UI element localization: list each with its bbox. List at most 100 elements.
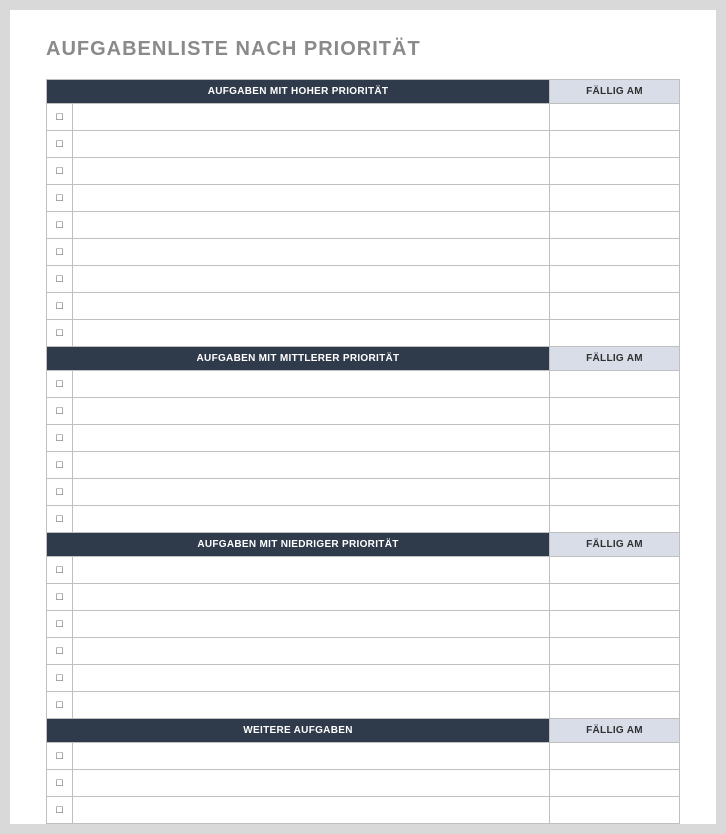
- due-cell[interactable]: [550, 320, 680, 347]
- task-cell[interactable]: [73, 557, 550, 584]
- table-row: ☐: [47, 797, 680, 824]
- due-cell[interactable]: [550, 506, 680, 533]
- checkbox-icon[interactable]: ☐: [47, 584, 73, 611]
- checkbox-icon[interactable]: ☐: [47, 797, 73, 824]
- task-cell[interactable]: [73, 611, 550, 638]
- checkbox-icon[interactable]: ☐: [47, 452, 73, 479]
- section-header-due: FÄLLIG AM: [550, 80, 680, 104]
- checkbox-icon[interactable]: ☐: [47, 266, 73, 293]
- table-row: ☐: [47, 557, 680, 584]
- task-cell[interactable]: [73, 212, 550, 239]
- task-cell[interactable]: [73, 638, 550, 665]
- due-cell[interactable]: [550, 611, 680, 638]
- section-header-tasks: AUFGABEN MIT HOHER PRIORITÄT: [47, 80, 550, 104]
- due-cell[interactable]: [550, 452, 680, 479]
- section-header-tasks: WEITERE AUFGABEN: [47, 719, 550, 743]
- due-cell[interactable]: [550, 239, 680, 266]
- table-row: ☐: [47, 104, 680, 131]
- task-cell[interactable]: [73, 293, 550, 320]
- task-cell[interactable]: [73, 665, 550, 692]
- checkbox-icon[interactable]: ☐: [47, 611, 73, 638]
- checkbox-icon[interactable]: ☐: [47, 557, 73, 584]
- section-header-due: FÄLLIG AM: [550, 347, 680, 371]
- task-cell[interactable]: [73, 158, 550, 185]
- table-row: ☐: [47, 371, 680, 398]
- table-row: ☐: [47, 452, 680, 479]
- task-cell[interactable]: [73, 131, 550, 158]
- checkbox-icon[interactable]: ☐: [47, 158, 73, 185]
- document-page: AUFGABENLISTE NACH PRIORITÄT AUFGABEN MI…: [10, 10, 716, 824]
- due-cell[interactable]: [550, 398, 680, 425]
- due-cell[interactable]: [550, 584, 680, 611]
- due-cell[interactable]: [550, 104, 680, 131]
- checkbox-icon[interactable]: ☐: [47, 398, 73, 425]
- checkbox-icon[interactable]: ☐: [47, 479, 73, 506]
- due-cell[interactable]: [550, 425, 680, 452]
- table-row: ☐: [47, 665, 680, 692]
- task-cell[interactable]: [73, 185, 550, 212]
- page-title: AUFGABENLISTE NACH PRIORITÄT: [46, 38, 680, 61]
- table-row: ☐: [47, 479, 680, 506]
- task-cell[interactable]: [73, 425, 550, 452]
- due-cell[interactable]: [550, 743, 680, 770]
- task-cell[interactable]: [73, 398, 550, 425]
- due-cell[interactable]: [550, 266, 680, 293]
- due-cell[interactable]: [550, 293, 680, 320]
- checkbox-icon[interactable]: ☐: [47, 131, 73, 158]
- table-row: ☐: [47, 692, 680, 719]
- checkbox-icon[interactable]: ☐: [47, 506, 73, 533]
- checkbox-icon[interactable]: ☐: [47, 239, 73, 266]
- checkbox-icon[interactable]: ☐: [47, 212, 73, 239]
- table-row: ☐: [47, 506, 680, 533]
- table-row: ☐: [47, 584, 680, 611]
- due-cell[interactable]: [550, 185, 680, 212]
- due-cell[interactable]: [550, 479, 680, 506]
- task-cell[interactable]: [73, 692, 550, 719]
- section-header-tasks: AUFGABEN MIT NIEDRIGER PRIORITÄT: [47, 533, 550, 557]
- section-header-due: FÄLLIG AM: [550, 719, 680, 743]
- table-row: ☐: [47, 212, 680, 239]
- due-cell[interactable]: [550, 131, 680, 158]
- task-cell[interactable]: [73, 104, 550, 131]
- task-cell[interactable]: [73, 506, 550, 533]
- checkbox-icon[interactable]: ☐: [47, 743, 73, 770]
- table-row: ☐: [47, 320, 680, 347]
- due-cell[interactable]: [550, 770, 680, 797]
- task-cell[interactable]: [73, 584, 550, 611]
- checkbox-icon[interactable]: ☐: [47, 692, 73, 719]
- task-cell[interactable]: [73, 743, 550, 770]
- checkbox-icon[interactable]: ☐: [47, 665, 73, 692]
- due-cell[interactable]: [550, 665, 680, 692]
- checkbox-icon[interactable]: ☐: [47, 293, 73, 320]
- due-cell[interactable]: [550, 638, 680, 665]
- task-cell[interactable]: [73, 266, 550, 293]
- checkbox-icon[interactable]: ☐: [47, 320, 73, 347]
- task-cell[interactable]: [73, 239, 550, 266]
- due-cell[interactable]: [550, 212, 680, 239]
- task-cell[interactable]: [73, 320, 550, 347]
- due-cell[interactable]: [550, 557, 680, 584]
- task-cell[interactable]: [73, 479, 550, 506]
- due-cell[interactable]: [550, 158, 680, 185]
- table-row: ☐: [47, 398, 680, 425]
- checkbox-icon[interactable]: ☐: [47, 425, 73, 452]
- table-row: ☐: [47, 185, 680, 212]
- task-cell[interactable]: [73, 452, 550, 479]
- table-row: ☐: [47, 425, 680, 452]
- checkbox-icon[interactable]: ☐: [47, 104, 73, 131]
- checkbox-icon[interactable]: ☐: [47, 638, 73, 665]
- table-row: ☐: [47, 293, 680, 320]
- checkbox-icon[interactable]: ☐: [47, 185, 73, 212]
- checkbox-icon[interactable]: ☐: [47, 371, 73, 398]
- due-cell[interactable]: [550, 692, 680, 719]
- task-cell[interactable]: [73, 371, 550, 398]
- task-cell[interactable]: [73, 797, 550, 824]
- section-header-due: FÄLLIG AM: [550, 533, 680, 557]
- table-row: ☐: [47, 638, 680, 665]
- due-cell[interactable]: [550, 371, 680, 398]
- task-cell[interactable]: [73, 770, 550, 797]
- due-cell[interactable]: [550, 797, 680, 824]
- checkbox-icon[interactable]: ☐: [47, 770, 73, 797]
- section-header-tasks: AUFGABEN MIT MITTLERER PRIORITÄT: [47, 347, 550, 371]
- table-row: ☐: [47, 266, 680, 293]
